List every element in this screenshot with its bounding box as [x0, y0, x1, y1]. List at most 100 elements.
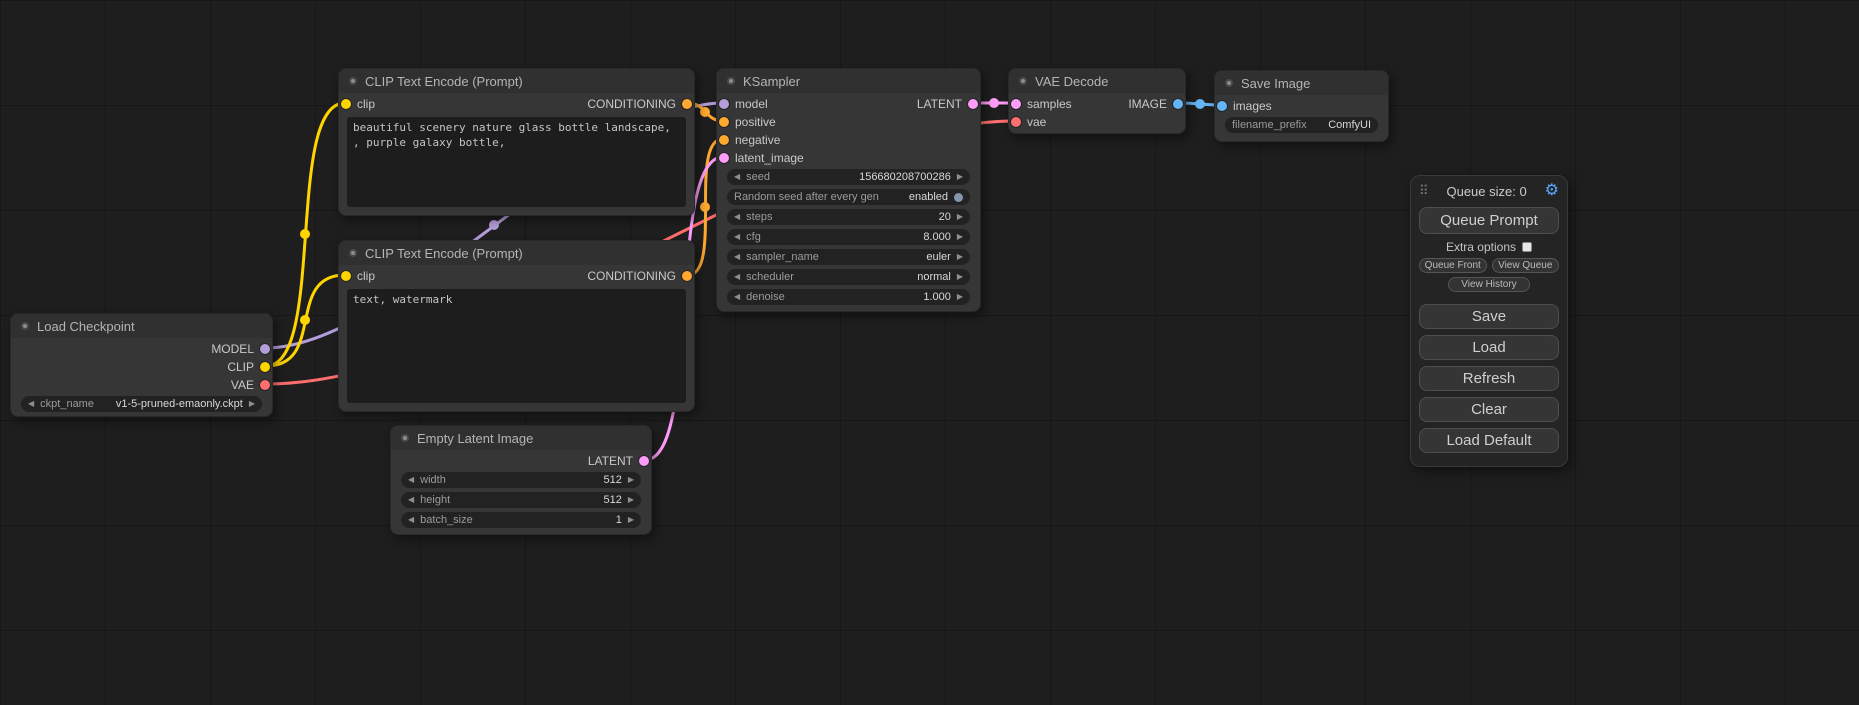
input-slot-positive[interactable]	[719, 117, 729, 127]
output-label-conditioning: CONDITIONING	[587, 97, 676, 111]
input-slot-samples[interactable]	[1011, 99, 1021, 109]
extra-options-checkbox[interactable]	[1522, 242, 1532, 252]
input-slot-latent-image[interactable]	[719, 153, 729, 163]
widget-steps[interactable]: ◀ steps 20 ▶	[727, 209, 970, 225]
arrow-right-icon[interactable]: ▶	[628, 472, 634, 488]
arrow-right-icon[interactable]: ▶	[628, 512, 634, 528]
graph-canvas[interactable]: { "icons": { "arrow_left": "◀", "arrow_r…	[0, 0, 1859, 705]
node-title: VAE Decode	[1035, 74, 1108, 89]
queue-front-button[interactable]: Queue Front	[1419, 258, 1487, 273]
node-ksampler[interactable]: KSampler model LATENT positive negative	[716, 68, 981, 312]
arrow-right-icon[interactable]: ▶	[957, 169, 963, 185]
negative-prompt-textarea[interactable]: text, watermark	[347, 289, 686, 403]
arrow-left-icon[interactable]: ◀	[734, 269, 740, 285]
input-slot-clip[interactable]	[341, 271, 351, 281]
widget-seed[interactable]: ◀ seed 156680208700286 ▶	[727, 169, 970, 185]
output-slot-model[interactable]	[260, 344, 270, 354]
input-label-latent-image: latent_image	[735, 151, 804, 165]
input-slot-negative[interactable]	[719, 135, 729, 145]
view-queue-button[interactable]: View Queue	[1492, 258, 1560, 273]
arrow-right-icon[interactable]: ▶	[957, 269, 963, 285]
arrow-right-icon[interactable]: ▶	[957, 249, 963, 265]
widget-value: normal	[917, 271, 951, 283]
toggle-dot-icon[interactable]	[954, 193, 963, 202]
node-title-bar[interactable]: Load Checkpoint	[11, 314, 272, 338]
arrow-left-icon[interactable]: ◀	[408, 492, 414, 508]
widget-filename-prefix[interactable]: filename_prefix ComfyUI	[1225, 117, 1378, 133]
drag-handle-icon[interactable]: ⠿	[1419, 183, 1429, 199]
output-slot-conditioning[interactable]	[682, 99, 692, 109]
widget-random-seed-toggle[interactable]: Random seed after every gen enabled	[727, 189, 970, 205]
node-clip-text-encode-negative[interactable]: CLIP Text Encode (Prompt) clip CONDITION…	[338, 240, 695, 412]
arrow-left-icon[interactable]: ◀	[408, 512, 414, 528]
collapse-dot-icon[interactable]	[1225, 79, 1233, 87]
arrow-left-icon[interactable]: ◀	[28, 396, 34, 412]
node-title-bar[interactable]: KSampler	[717, 69, 980, 93]
link-dot-negative-conditioning	[700, 202, 710, 212]
input-label-vae: vae	[1027, 115, 1046, 129]
arrow-right-icon[interactable]: ▶	[957, 289, 963, 305]
output-slot-latent[interactable]	[639, 456, 649, 466]
node-title-bar[interactable]: Empty Latent Image	[391, 426, 651, 450]
settings-gear-icon[interactable]: ⚙	[1545, 183, 1559, 199]
widget-name: ckpt_name	[40, 398, 94, 410]
input-slot-model[interactable]	[719, 99, 729, 109]
node-title-bar[interactable]: CLIP Text Encode (Prompt)	[339, 69, 694, 93]
load-button[interactable]: Load	[1419, 335, 1559, 360]
widget-value: euler	[926, 251, 950, 263]
arrow-right-icon[interactable]: ▶	[957, 209, 963, 225]
input-slot-images[interactable]	[1217, 101, 1227, 111]
output-slot-image[interactable]	[1173, 99, 1183, 109]
widget-height[interactable]: ◀ height 512 ▶	[401, 492, 641, 508]
clear-button[interactable]: Clear	[1419, 397, 1559, 422]
arrow-left-icon[interactable]: ◀	[734, 169, 740, 185]
node-save-image[interactable]: Save Image images filename_prefix ComfyU…	[1214, 70, 1389, 142]
arrow-right-icon[interactable]: ▶	[957, 229, 963, 245]
arrow-left-icon[interactable]: ◀	[408, 472, 414, 488]
widget-value: 156680208700286	[859, 171, 951, 183]
input-slot-clip[interactable]	[341, 99, 351, 109]
arrow-left-icon[interactable]: ◀	[734, 209, 740, 225]
view-history-button[interactable]: View History	[1448, 277, 1529, 292]
collapse-dot-icon[interactable]	[727, 77, 735, 85]
widget-value: v1-5-pruned-emaonly.ckpt	[116, 398, 243, 410]
widget-sampler-name[interactable]: ◀ sampler_name euler ▶	[727, 249, 970, 265]
arrow-right-icon[interactable]: ▶	[628, 492, 634, 508]
save-button[interactable]: Save	[1419, 304, 1559, 329]
arrow-right-icon[interactable]: ▶	[249, 396, 255, 412]
collapse-dot-icon[interactable]	[349, 77, 357, 85]
node-empty-latent-image[interactable]: Empty Latent Image LATENT ◀ width 512 ▶ …	[390, 425, 652, 535]
node-title-bar[interactable]: CLIP Text Encode (Prompt)	[339, 241, 694, 265]
node-title-bar[interactable]: Save Image	[1215, 71, 1388, 95]
output-slot-latent[interactable]	[968, 99, 978, 109]
widget-batch-size[interactable]: ◀ batch_size 1 ▶	[401, 512, 641, 528]
widget-cfg[interactable]: ◀ cfg 8.000 ▶	[727, 229, 970, 245]
input-slot-vae[interactable]	[1011, 117, 1021, 127]
node-load-checkpoint[interactable]: Load Checkpoint MODEL CLIP VAE ◀ ckpt_na…	[10, 313, 273, 417]
collapse-dot-icon[interactable]	[21, 322, 29, 330]
arrow-left-icon[interactable]: ◀	[734, 289, 740, 305]
output-label-latent: LATENT	[588, 454, 633, 468]
widget-value: 512	[603, 494, 621, 506]
load-default-button[interactable]: Load Default	[1419, 428, 1559, 453]
node-vae-decode[interactable]: VAE Decode samples IMAGE vae	[1008, 68, 1186, 134]
arrow-left-icon[interactable]: ◀	[734, 229, 740, 245]
queue-prompt-button[interactable]: Queue Prompt	[1419, 207, 1559, 234]
collapse-dot-icon[interactable]	[1019, 77, 1027, 85]
output-slot-clip[interactable]	[260, 362, 270, 372]
widget-name: Random seed after every gen	[734, 191, 879, 203]
widget-scheduler[interactable]: ◀ scheduler normal ▶	[727, 269, 970, 285]
widget-name: denoise	[746, 291, 785, 303]
widget-width[interactable]: ◀ width 512 ▶	[401, 472, 641, 488]
node-clip-text-encode-positive[interactable]: CLIP Text Encode (Prompt) clip CONDITION…	[338, 68, 695, 216]
collapse-dot-icon[interactable]	[349, 249, 357, 257]
widget-ckpt-name[interactable]: ◀ ckpt_name v1-5-pruned-emaonly.ckpt ▶	[21, 396, 262, 412]
positive-prompt-textarea[interactable]: beautiful scenery nature glass bottle la…	[347, 117, 686, 207]
arrow-left-icon[interactable]: ◀	[734, 249, 740, 265]
output-slot-vae[interactable]	[260, 380, 270, 390]
node-title-bar[interactable]: VAE Decode	[1009, 69, 1185, 93]
widget-denoise[interactable]: ◀ denoise 1.000 ▶	[727, 289, 970, 305]
output-slot-conditioning[interactable]	[682, 271, 692, 281]
collapse-dot-icon[interactable]	[401, 434, 409, 442]
refresh-button[interactable]: Refresh	[1419, 366, 1559, 391]
